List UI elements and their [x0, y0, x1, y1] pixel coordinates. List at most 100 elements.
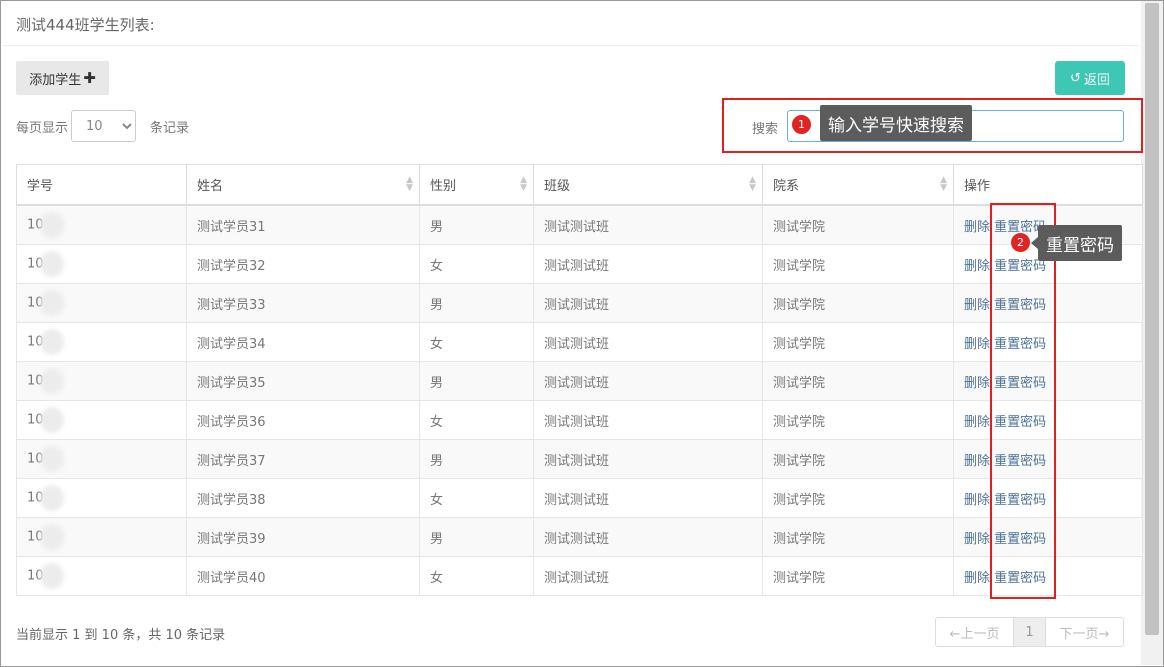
cell-dept: 测试学院 — [762, 517, 954, 557]
delete-link[interactable]: 删除 — [964, 454, 990, 469]
cell-id: 10 — [16, 283, 187, 323]
cell-name: 测试学员38 — [186, 478, 420, 518]
cell-gender: 男 — [419, 361, 534, 401]
add-student-button[interactable]: 添加学生 ✚ — [16, 61, 109, 95]
cell-dept: 测试学院 — [762, 204, 954, 245]
cell-dept: 测试学院 — [762, 322, 954, 362]
cell-class: 测试测试班 — [533, 556, 763, 596]
cell-id: 10 — [16, 439, 187, 479]
table-row: 10 测试学员32 女测试测试班 测试学院 删除 重置密码 — [16, 244, 1143, 284]
delete-link[interactable]: 删除 — [964, 571, 990, 586]
vertical-scrollbar[interactable] — [1141, 1, 1163, 665]
delete-link[interactable]: 删除 — [964, 493, 990, 508]
cell-id: 10 — [16, 204, 187, 245]
back-label: 返回 — [1083, 72, 1110, 88]
cell-dept: 测试学院 — [762, 244, 954, 284]
redacted-mask — [39, 368, 64, 394]
cell-dept: 测试学院 — [762, 556, 954, 596]
back-button[interactable]: ↺ 返回 — [1055, 61, 1125, 95]
redacted-mask — [39, 446, 64, 472]
redacted-mask — [39, 563, 64, 589]
sort-icon: ▲ ▼ — [406, 175, 413, 193]
cell-id: 10 — [16, 322, 187, 362]
table-row: 10 测试学员38 女测试测试班 测试学院 删除 重置密码 — [16, 478, 1143, 518]
sort-icon: ▲ ▼ — [749, 175, 756, 193]
cell-gender: 男 — [419, 439, 534, 479]
sort-icon: ▲ ▼ — [520, 175, 527, 193]
cell-name: 测试学员33 — [186, 283, 420, 323]
table-row: 10 测试学员33 男测试测试班 测试学院 删除 重置密码 — [16, 283, 1143, 323]
cell-dept: 测试学院 — [762, 478, 954, 518]
cell-class: 测试测试班 — [533, 439, 763, 479]
add-student-label: 添加学生 — [29, 72, 82, 88]
cell-name: 测试学员32 — [186, 244, 420, 284]
table-row: 10 测试学员36 女测试测试班 测试学院 删除 重置密码 — [16, 400, 1143, 440]
cell-class: 测试测试班 — [533, 361, 763, 401]
table-row: 10 测试学员35 男测试测试班 测试学院 删除 重置密码 — [16, 361, 1143, 401]
reset-highlight-box — [990, 203, 1056, 599]
page-title: 测试444班学生列表: — [16, 16, 155, 34]
cell-id: 10 — [16, 517, 187, 557]
col-header-id[interactable]: 学号 — [16, 164, 187, 206]
col-header-dept[interactable]: 院系 ▲ ▼ — [762, 164, 954, 206]
page-1-button[interactable]: 1 — [1013, 617, 1046, 647]
cell-class: 测试测试班 — [533, 517, 763, 557]
cell-class: 测试测试班 — [533, 478, 763, 518]
cell-class: 测试测试班 — [533, 204, 763, 245]
cell-dept: 测试学院 — [762, 400, 954, 440]
pagination-info: 当前显示 1 到 10 条，共 10 条记录 — [16, 628, 226, 643]
col-header-class[interactable]: 班级 ▲ ▼ — [533, 164, 763, 206]
cell-class: 测试测试班 — [533, 283, 763, 323]
cell-gender: 女 — [419, 400, 534, 440]
search-label: 搜索 — [752, 122, 779, 137]
table-header-row: 学号 姓名 ▲ ▼ 性别 ▲ ▼ 班级 ▲ ▼ 院系 ▲ ▼ 操作 — [16, 164, 1143, 206]
search-tooltip: 输入学号快速搜索 — [820, 105, 972, 141]
cell-name: 测试学员40 — [186, 556, 420, 596]
prev-page-button[interactable]: ←上一页 — [935, 617, 1014, 647]
cell-name: 测试学员34 — [186, 322, 420, 362]
redacted-mask — [39, 329, 64, 355]
table-row: 10 测试学员34 女测试测试班 测试学院 删除 重置密码 — [16, 322, 1143, 362]
page-size-control: 每页显示 10 条记录 — [16, 110, 189, 142]
cell-id: 10 — [16, 400, 187, 440]
title-divider — [2, 45, 1140, 46]
scrollbar-thumb[interactable] — [1145, 3, 1159, 635]
undo-icon: ↺ — [1070, 70, 1081, 86]
redacted-mask — [39, 212, 64, 238]
cell-id: 10 — [16, 361, 187, 401]
cell-dept: 测试学院 — [762, 439, 954, 479]
page-size-select[interactable]: 10 — [71, 110, 137, 142]
redacted-mask — [39, 485, 64, 511]
step-badge-1: 1 — [791, 114, 812, 135]
redacted-mask — [39, 407, 64, 433]
cell-class: 测试测试班 — [533, 400, 763, 440]
cell-gender: 男 — [419, 283, 534, 323]
delete-link[interactable]: 删除 — [964, 220, 990, 235]
cell-class: 测试测试班 — [533, 244, 763, 284]
delete-link[interactable]: 删除 — [964, 376, 990, 391]
col-header-gender[interactable]: 性别 ▲ ▼ — [419, 164, 534, 206]
step-badge-2: 2 — [1010, 232, 1031, 253]
delete-link[interactable]: 删除 — [964, 337, 990, 352]
next-page-button[interactable]: 下一页→ — [1045, 617, 1124, 647]
page-size-suffix: 条记录 — [150, 120, 190, 136]
col-header-name[interactable]: 姓名 ▲ ▼ — [186, 164, 420, 206]
cell-gender: 女 — [419, 244, 534, 284]
cell-name: 测试学员36 — [186, 400, 420, 440]
redacted-mask — [39, 290, 64, 316]
reset-tooltip: 重置密码 — [1031, 225, 1122, 261]
col-header-actions: 操作 — [953, 164, 1143, 206]
student-table: 学号 姓名 ▲ ▼ 性别 ▲ ▼ 班级 ▲ ▼ 院系 ▲ ▼ 操作 10 测试学员31 男测试测试班… — [16, 164, 1143, 596]
sort-icon: ▲ ▼ — [940, 175, 947, 193]
cell-id: 10 — [16, 478, 187, 518]
delete-link[interactable]: 删除 — [964, 259, 990, 274]
redacted-mask — [39, 524, 64, 550]
cell-class: 测试测试班 — [533, 322, 763, 362]
delete-link[interactable]: 删除 — [964, 415, 990, 430]
cell-id: 10 — [16, 556, 187, 596]
cell-gender: 男 — [419, 204, 534, 245]
delete-link[interactable]: 删除 — [964, 298, 990, 313]
redacted-mask — [39, 251, 64, 277]
table-row: 10 测试学员37 男测试测试班 测试学院 删除 重置密码 — [16, 439, 1143, 479]
delete-link[interactable]: 删除 — [964, 532, 990, 547]
